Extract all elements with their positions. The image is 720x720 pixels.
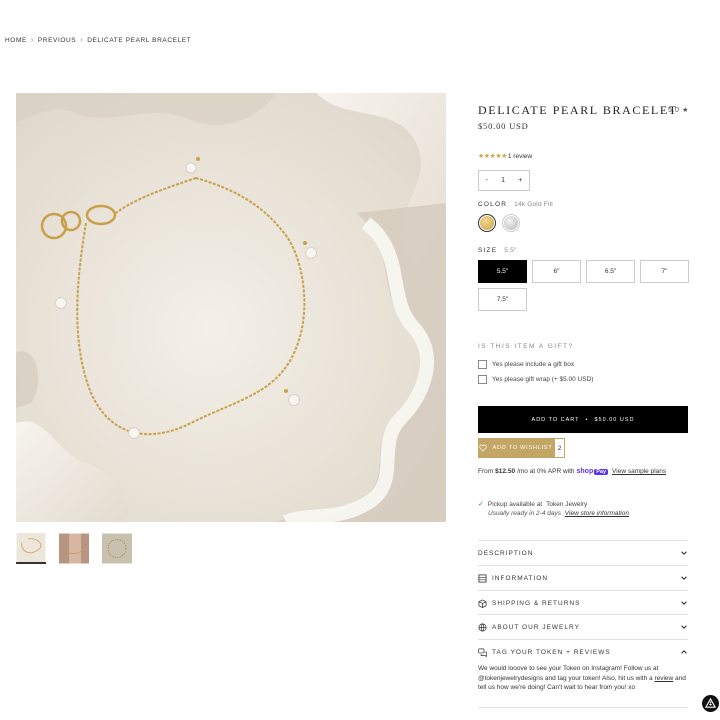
add-to-cart-price: $50.00 USD: [594, 416, 635, 423]
accordion-tag-your-token[interactable]: TAG YOUR TOKEN + REVIEWS We would looove…: [478, 639, 688, 703]
size-label: SIZE: [478, 247, 498, 254]
accordion-information-label: INFORMATION: [492, 574, 549, 582]
size-option-6-5[interactable]: 6.5": [586, 260, 635, 283]
accordion-shipping-label: SHIPPING & RETURNS: [492, 599, 581, 607]
rating-star-icon: ★: [682, 107, 689, 114]
gift-box-option[interactable]: Yes please include a gift box: [478, 360, 574, 369]
installments-amount: $12.50: [495, 468, 516, 475]
gift-box-label: Yes please include a gift box: [492, 361, 575, 368]
chevron-down-icon: [681, 601, 687, 605]
gift-wrap-label: Yes please gift wrap (+ $5.00 USD): [492, 376, 594, 383]
heart-icon: [479, 444, 488, 452]
pickup-info: ✓ Pickup available at Token Jewelry Usua…: [478, 500, 629, 518]
rating-summary[interactable]: 5.0 ★: [668, 106, 689, 114]
box-icon: [478, 598, 487, 608]
stars-icon: ★★★★★: [478, 153, 507, 160]
divider: [478, 707, 688, 708]
chevron-down-icon: [681, 576, 687, 580]
chevron-down-icon: [681, 551, 687, 555]
installments-info: From $12.50 /mo at 0% APR with shop Pay …: [478, 468, 666, 475]
chevron-down-icon: [681, 625, 687, 629]
color-label-row: COLOR 14k Gold Fill: [478, 201, 553, 208]
color-swatches: [478, 214, 520, 232]
add-to-wishlist-button[interactable]: ADD TO WISHLIST: [478, 438, 554, 458]
size-label-row: SIZE 5.5": [478, 247, 516, 254]
breadcrumb: HOME › PREVIOUS › DELICATE PEARL BRACELE…: [5, 37, 191, 44]
size-option-6[interactable]: 6": [532, 260, 581, 283]
accordion-about[interactable]: ABOUT OUR JEWELRY: [478, 614, 688, 639]
review-link[interactable]: review: [654, 675, 673, 682]
wishlist-count: 2: [554, 438, 565, 458]
gift-wrap-checkbox[interactable]: [478, 375, 487, 384]
tag-your-token-body: We would looove to see your Token on Ins…: [478, 664, 688, 703]
add-to-cart-label: ADD TO CART: [531, 416, 580, 423]
installments-suffix: /mo at 0% APR with: [517, 468, 575, 475]
thumbnail-strip: [16, 533, 132, 564]
tag-body-text-1: We would looove to see your Token on Ins…: [478, 665, 659, 682]
chat-icon: [478, 648, 487, 657]
quantity-increase-button[interactable]: +: [518, 177, 522, 184]
globe-icon: [478, 623, 487, 632]
shop-pay-logo: shop Pay: [577, 468, 609, 475]
view-sample-plans-link[interactable]: View sample plans: [612, 468, 666, 475]
accordion-shipping[interactable]: SHIPPING & RETURNS: [478, 590, 688, 615]
review-summary[interactable]: ★★★★★ 1 review: [478, 152, 533, 161]
thumbnail-1[interactable]: [16, 533, 46, 564]
quantity-decrease-button[interactable]: -: [486, 177, 488, 184]
thumbnail-3[interactable]: [102, 533, 132, 564]
accordion-about-label: ABOUT OUR JEWELRY: [492, 623, 580, 631]
breadcrumb-current: DELICATE PEARL BRACELET: [87, 37, 192, 44]
product-price: $50.00 USD: [478, 121, 529, 131]
view-store-information-link[interactable]: View store information: [565, 510, 629, 517]
quantity-stepper: - 1 +: [478, 170, 530, 191]
size-value: 5.5": [504, 247, 517, 254]
swatch-gold[interactable]: [478, 214, 496, 232]
gift-box-checkbox[interactable]: [478, 360, 487, 369]
chevron-up-icon: [681, 650, 687, 654]
pickup-prefix: Pickup available at: [487, 500, 543, 508]
size-options: 5.5" 6" 6.5" 7" 7.5": [478, 260, 689, 311]
installments-prefix: From: [478, 468, 494, 475]
accordion-description[interactable]: DESCRIPTION: [478, 540, 688, 565]
add-to-cart-separator: •: [585, 416, 589, 423]
wishlist-group: ADD TO WISHLIST 2: [478, 438, 565, 458]
size-option-7[interactable]: 7": [640, 260, 689, 283]
product-main-image[interactable]: [16, 93, 446, 522]
accessibility-button[interactable]: [702, 695, 719, 712]
accessibility-icon: [705, 698, 716, 708]
color-value: 14k Gold Fill: [514, 201, 553, 208]
pickup-ready: Usually ready in 2-4 days: [488, 510, 561, 517]
rating-score: 5.0: [668, 107, 680, 114]
breadcrumb-separator: ›: [30, 37, 34, 44]
accordion-information[interactable]: INFORMATION: [478, 565, 688, 590]
gift-wrap-option[interactable]: Yes please gift wrap (+ $5.00 USD): [478, 375, 593, 384]
review-count: 1 review: [507, 152, 533, 160]
breadcrumb-previous[interactable]: PREVIOUS: [38, 37, 76, 44]
gift-title: IS THIS ITEM A GIFT?: [478, 343, 574, 350]
accordion-description-label: DESCRIPTION: [478, 549, 534, 557]
swatch-silver[interactable]: [502, 214, 520, 232]
add-to-cart-button[interactable]: ADD TO CART • $50.00 USD: [478, 406, 688, 433]
color-label: COLOR: [478, 201, 508, 208]
wishlist-label: ADD TO WISHLIST: [492, 445, 553, 451]
accordion-tag-label: TAG YOUR TOKEN + REVIEWS: [492, 648, 611, 656]
ruler-icon: [478, 573, 487, 583]
shop-pay-pay: Pay: [594, 468, 609, 475]
shop-pay-shop: shop: [576, 468, 594, 475]
quantity-input[interactable]: 1: [501, 177, 505, 184]
check-icon: ✓: [478, 501, 484, 508]
product-title: DELICATE PEARL BRACELET: [478, 103, 678, 117]
size-option-5-5[interactable]: 5.5": [478, 260, 527, 283]
thumbnail-2[interactable]: [59, 533, 89, 564]
breadcrumb-home[interactable]: HOME: [5, 37, 27, 44]
pickup-store: Token Jewelry: [546, 500, 588, 508]
breadcrumb-separator: ›: [80, 37, 84, 44]
size-option-7-5[interactable]: 7.5": [478, 288, 527, 311]
